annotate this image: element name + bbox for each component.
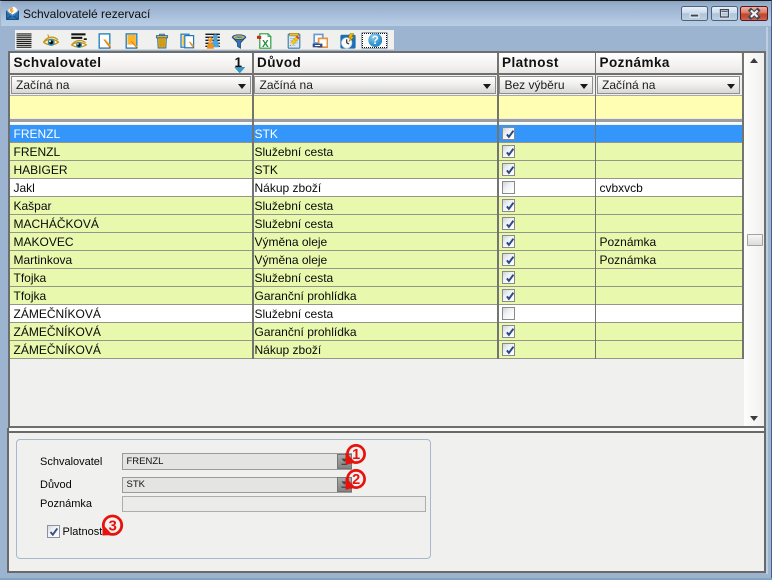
svg-text:?: ? xyxy=(371,35,378,47)
svg-text:X: X xyxy=(262,39,269,49)
svg-text:2: 2 xyxy=(352,472,360,488)
svg-text:3: 3 xyxy=(108,517,116,534)
svg-text:1: 1 xyxy=(352,446,360,462)
